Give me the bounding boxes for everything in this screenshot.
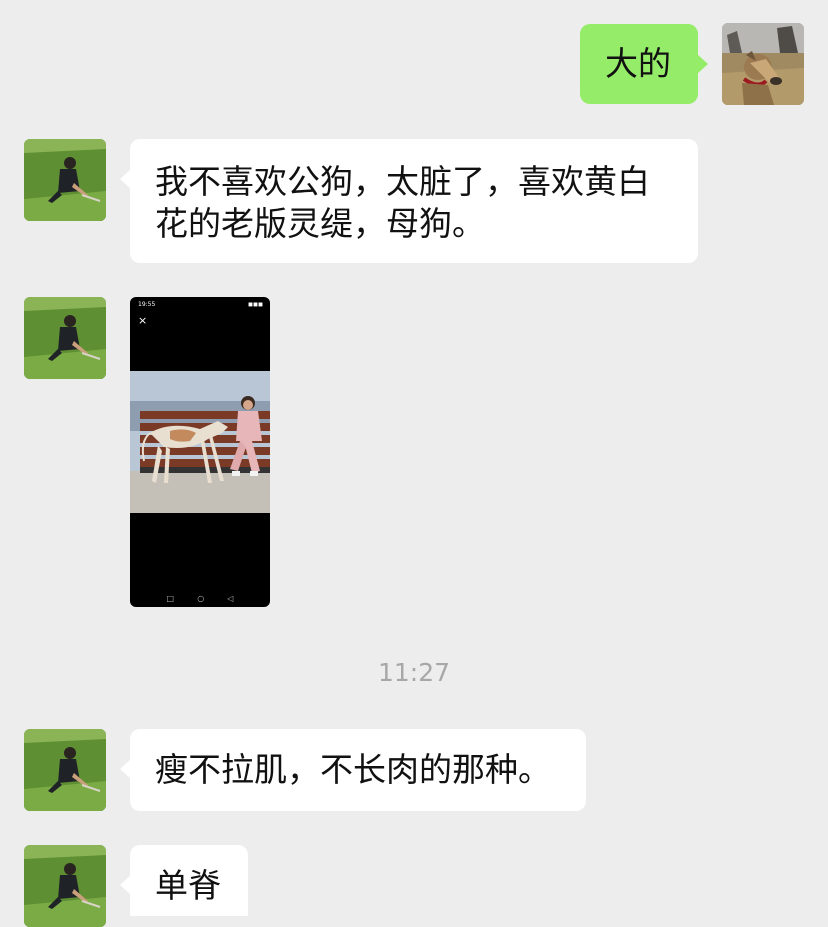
chat-window: 大的 我不喜欢公狗，太脏了，喜欢黄白花的老版灵缇，母狗。 19:55 ◼◼◼ ×… bbox=[0, 0, 828, 927]
close-icon: × bbox=[138, 314, 148, 327]
self-avatar[interactable] bbox=[722, 23, 804, 105]
message-text: 我不喜欢公狗，太脏了，喜欢黄白花的老版灵缇，母狗。 bbox=[155, 162, 650, 243]
message-text: 瘦不拉肌，不长肉的那种。 bbox=[155, 750, 551, 789]
image-message[interactable]: 19:55 ◼◼◼ × □ ○ ◁ bbox=[130, 297, 270, 607]
message-text: 单脊 bbox=[155, 866, 221, 905]
dog-and-girl-photo bbox=[130, 371, 270, 513]
man-in-grass-avatar-image bbox=[24, 729, 106, 811]
man-in-grass-avatar-image bbox=[24, 297, 106, 379]
message-text: 大的 bbox=[605, 44, 671, 83]
other-avatar[interactable] bbox=[24, 139, 106, 221]
message-timestamp: 11:27 bbox=[377, 658, 451, 687]
screenshot-status-icons: ◼◼◼ bbox=[248, 301, 263, 308]
back-icon: ◁ bbox=[227, 594, 234, 603]
message-bubble-self[interactable]: 大的 bbox=[580, 24, 708, 104]
man-in-grass-avatar-image bbox=[24, 139, 106, 221]
home-icon: ○ bbox=[197, 594, 205, 603]
screenshot-status-time: 19:55 bbox=[138, 301, 156, 308]
message-bubble-other[interactable]: 我不喜欢公狗，太脏了，喜欢黄白花的老版灵缇，母狗。 bbox=[120, 139, 698, 263]
message-bubble-other[interactable]: 瘦不拉肌，不长肉的那种。 bbox=[120, 729, 586, 811]
message-bubble-other[interactable]: 单脊 bbox=[120, 845, 248, 916]
man-in-grass-avatar-image bbox=[24, 845, 106, 927]
recent-apps-icon: □ bbox=[166, 594, 175, 603]
greyhound-avatar-image bbox=[722, 23, 804, 105]
other-avatar[interactable] bbox=[24, 729, 106, 811]
other-avatar[interactable] bbox=[24, 297, 106, 379]
screenshot-nav-bar: □ ○ ◁ bbox=[130, 594, 270, 603]
other-avatar[interactable] bbox=[24, 845, 106, 927]
